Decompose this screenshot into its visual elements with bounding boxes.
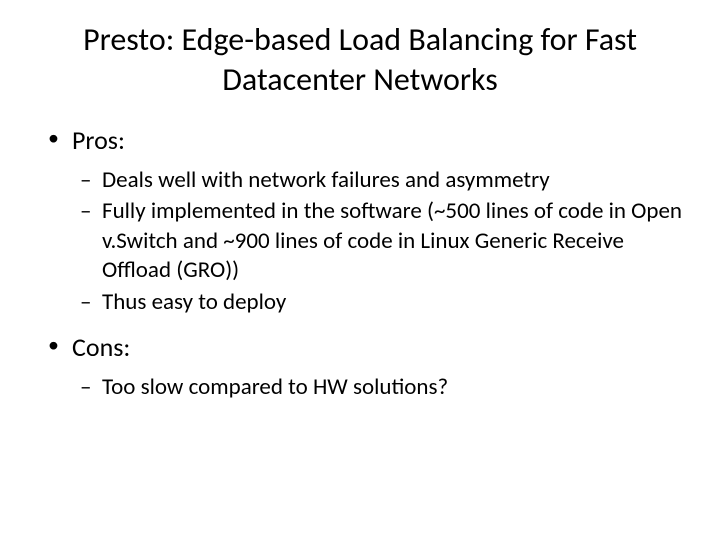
slide-title: Presto: Edge-based Load Balancing for Fa… xyxy=(30,20,690,100)
cons-item: Too slow compared to HW solutions? xyxy=(30,373,690,402)
pros-item: Thus easy to deploy xyxy=(30,288,690,317)
pros-item: Fully implemented in the software (~500 … xyxy=(30,197,690,285)
cons-heading: Cons: xyxy=(30,331,690,365)
pros-heading: Pros: xyxy=(30,124,690,158)
pros-item: Deals well with network failures and asy… xyxy=(30,166,690,195)
content-list: Pros: Deals well with network failures a… xyxy=(30,124,690,402)
